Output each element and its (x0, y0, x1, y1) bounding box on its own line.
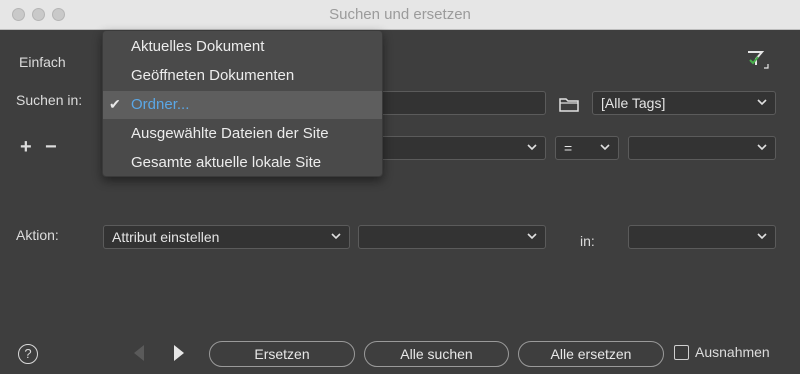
replace-all-button[interactable]: Alle ersetzen (518, 341, 664, 367)
help-button[interactable]: ? (18, 344, 38, 364)
chevron-down-icon (755, 140, 769, 154)
chevron-down-icon (598, 140, 612, 154)
in-select[interactable] (628, 225, 776, 249)
menu-item-folder[interactable]: ✔ Ordner... (103, 91, 382, 119)
exceptions-checkbox[interactable] (674, 345, 689, 360)
search-in-label: Suchen in: (16, 92, 83, 108)
remove-condition-button[interactable]: − (45, 136, 57, 159)
chevron-down-icon (525, 229, 539, 243)
exceptions-label: Ausnahmen (695, 344, 770, 360)
action-select[interactable]: Attribut einstellen (103, 225, 350, 249)
attribute-select[interactable] (380, 136, 546, 160)
menu-item-selected-site-files[interactable]: Ausgewählte Dateien der Site (103, 120, 382, 148)
menu-item-open-documents[interactable]: Geöffneten Dokumenten (103, 62, 382, 90)
action-label: Aktion: (16, 227, 59, 243)
folder-icon[interactable] (558, 95, 580, 113)
add-condition-button[interactable]: + (20, 136, 32, 159)
title-bar: Suchen und ersetzen (0, 0, 800, 30)
menu-item-label: Ordner... (131, 96, 190, 113)
menu-item-current-document[interactable]: Aktuelles Dokument (103, 33, 382, 61)
folder-path-field[interactable] (380, 91, 546, 115)
menu-item-label: Ausgewählte Dateien der Site (131, 125, 329, 142)
action-select-value: Attribut einstellen (112, 229, 220, 245)
chevron-down-icon (755, 95, 769, 109)
chevron-down-icon (755, 229, 769, 243)
replace-button[interactable]: Ersetzen (209, 341, 355, 367)
window-title: Suchen und ersetzen (329, 6, 471, 23)
menu-item-entire-local-site[interactable]: Gesamte aktuelle lokale Site (103, 149, 382, 177)
search-scope-menu: Aktuelles Dokument Geöffneten Dokumenten… (102, 30, 383, 177)
help-icon: ? (24, 346, 32, 361)
previous-arrow-icon[interactable] (132, 344, 146, 362)
tags-select[interactable]: [Alle Tags] (592, 91, 776, 115)
chevron-down-icon (329, 229, 343, 243)
operator-select[interactable]: = (555, 136, 619, 160)
in-label: in: (580, 233, 595, 249)
mode-label: Einfach (19, 54, 66, 70)
next-arrow-icon[interactable] (172, 344, 186, 362)
value-select[interactable] (628, 136, 776, 160)
tags-select-value: [Alle Tags] (601, 95, 666, 111)
find-all-button[interactable]: Alle suchen (364, 341, 509, 367)
chevron-down-icon (525, 140, 539, 154)
action-attribute-select[interactable] (358, 225, 546, 249)
checkmark-icon: ✔ (109, 96, 121, 112)
operator-value: = (564, 140, 573, 156)
menu-item-label: Geöffneten Dokumenten (131, 67, 295, 84)
menu-item-label: Aktuelles Dokument (131, 38, 265, 55)
filter-icon[interactable] (744, 48, 772, 72)
menu-item-label: Gesamte aktuelle lokale Site (131, 154, 322, 171)
